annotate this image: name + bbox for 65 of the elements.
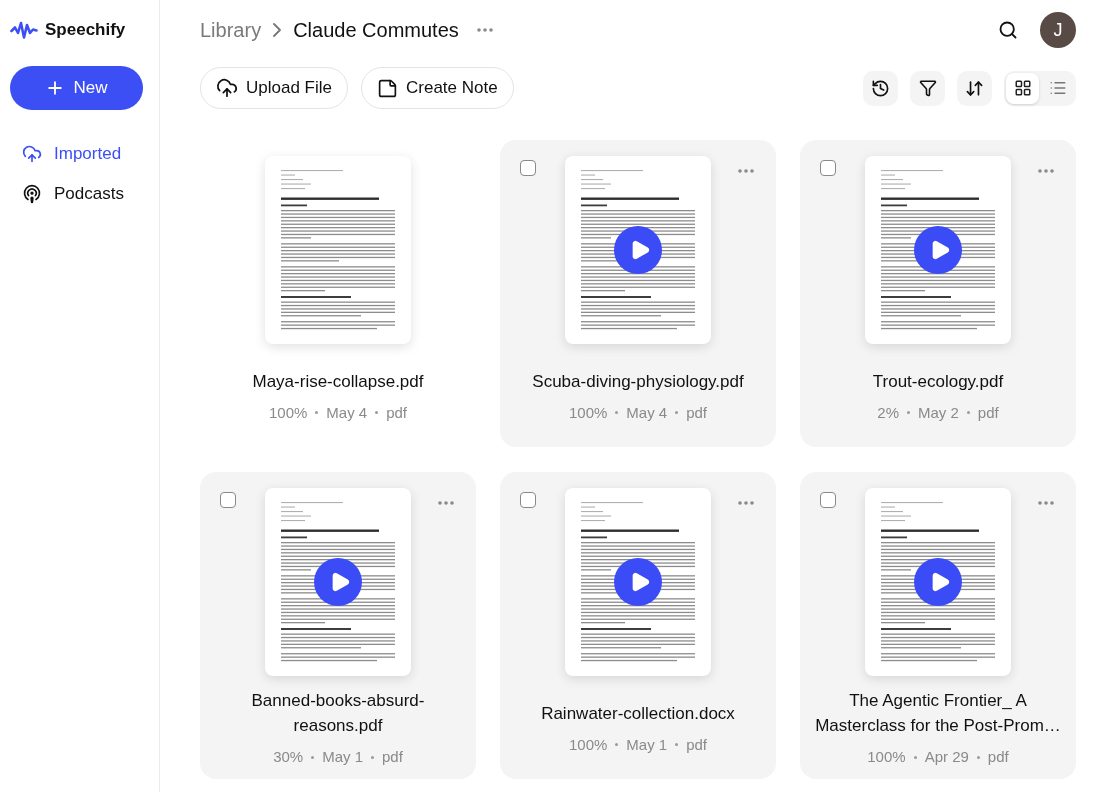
file-type-text: pdf bbox=[386, 402, 408, 423]
avatar-button[interactable]: J bbox=[1040, 12, 1076, 48]
progress-text: 100% bbox=[568, 402, 608, 423]
progress-text: 100% bbox=[867, 747, 906, 767]
progress-text: 2% bbox=[877, 402, 899, 423]
document-title: Maya-rise-collapse.pdf bbox=[252, 370, 424, 393]
progress-text: 100% bbox=[568, 734, 608, 755]
document-title: Rainwater-collection.docx bbox=[541, 702, 735, 725]
action-button[interactable]: Upload File bbox=[200, 67, 348, 109]
date-text: May 1 bbox=[322, 747, 363, 767]
more-icon bbox=[738, 169, 754, 173]
document-card[interactable]: The Agentic Frontier_ A Masterclass for the Post-Prom… 100% Apr 29 pdf bbox=[800, 472, 1076, 779]
checkbox[interactable] bbox=[820, 160, 836, 176]
checkbox[interactable] bbox=[520, 160, 536, 176]
more-icon bbox=[476, 28, 493, 32]
date-text: May 2 bbox=[918, 402, 959, 423]
breadcrumb-link[interactable]: Library bbox=[200, 15, 262, 45]
document-title: Scuba-diving-physiology.pdf bbox=[532, 370, 744, 393]
more-icon bbox=[438, 501, 454, 505]
new-button[interactable]: New bbox=[10, 66, 143, 110]
chevron-right-icon bbox=[273, 23, 282, 37]
podcast-icon bbox=[22, 184, 42, 204]
sidebar-item[interactable]: Imported bbox=[10, 134, 149, 174]
sort-icon bbox=[965, 78, 984, 98]
date-text: May 4 bbox=[326, 402, 368, 423]
file-type-text: pdf bbox=[686, 402, 708, 423]
document-card[interactable]: Rainwater-collection.docx 100% May 1 pdf bbox=[500, 472, 776, 779]
document-title: Banned-books-absurd-reasons.pdf bbox=[250, 690, 426, 737]
brand-name: Speechify bbox=[45, 20, 126, 40]
note-icon bbox=[377, 77, 398, 99]
view-mode-button[interactable] bbox=[1006, 72, 1039, 104]
filter-icon bbox=[918, 79, 937, 97]
checkbox[interactable] bbox=[520, 492, 536, 508]
document-title: Trout-ecology.pdf bbox=[872, 370, 1004, 393]
date-text: Apr 29 bbox=[924, 747, 969, 767]
sidebar-item[interactable]: Podcasts bbox=[10, 174, 149, 214]
document-card[interactable]: Scuba-diving-physiology.pdf 100% May 4 pdf bbox=[500, 140, 776, 447]
date-text: May 1 bbox=[626, 734, 668, 755]
document-card[interactable]: Trout-ecology.pdf 2% May 2 pdf bbox=[800, 140, 1076, 447]
list-icon bbox=[1048, 79, 1067, 97]
progress-text: 30% bbox=[273, 747, 304, 767]
file-type-text: pdf bbox=[686, 734, 708, 755]
cloud-upload-icon bbox=[216, 77, 238, 99]
grid-icon bbox=[1013, 79, 1032, 97]
file-type-text: pdf bbox=[977, 402, 999, 423]
history-button[interactable] bbox=[863, 70, 898, 106]
document-title: The Agentic Frontier_ A Masterclass for the Post-Prom… bbox=[814, 690, 1062, 737]
waveform-logo-icon bbox=[10, 20, 38, 40]
document-card[interactable]: Banned-books-absurd-reasons.pdf 30% May 1 pdf bbox=[200, 472, 476, 779]
more-icon bbox=[1038, 169, 1054, 173]
search-icon bbox=[998, 20, 1018, 40]
breadcrumb-current: Claude Commutes bbox=[293, 18, 459, 43]
filter-button[interactable] bbox=[910, 70, 945, 106]
file-type-text: pdf bbox=[382, 747, 403, 767]
more-icon bbox=[738, 501, 754, 505]
date-text: May 4 bbox=[626, 402, 668, 423]
file-type-text: pdf bbox=[987, 747, 1009, 767]
action-button[interactable]: Create Note bbox=[361, 67, 514, 109]
more-icon bbox=[1038, 501, 1054, 505]
cloud-upload-icon bbox=[22, 144, 42, 164]
checkbox[interactable] bbox=[820, 492, 836, 508]
checkbox[interactable] bbox=[220, 492, 236, 508]
sort-button[interactable] bbox=[957, 70, 992, 106]
progress-text: 100% bbox=[268, 402, 308, 423]
history-icon bbox=[871, 78, 890, 98]
